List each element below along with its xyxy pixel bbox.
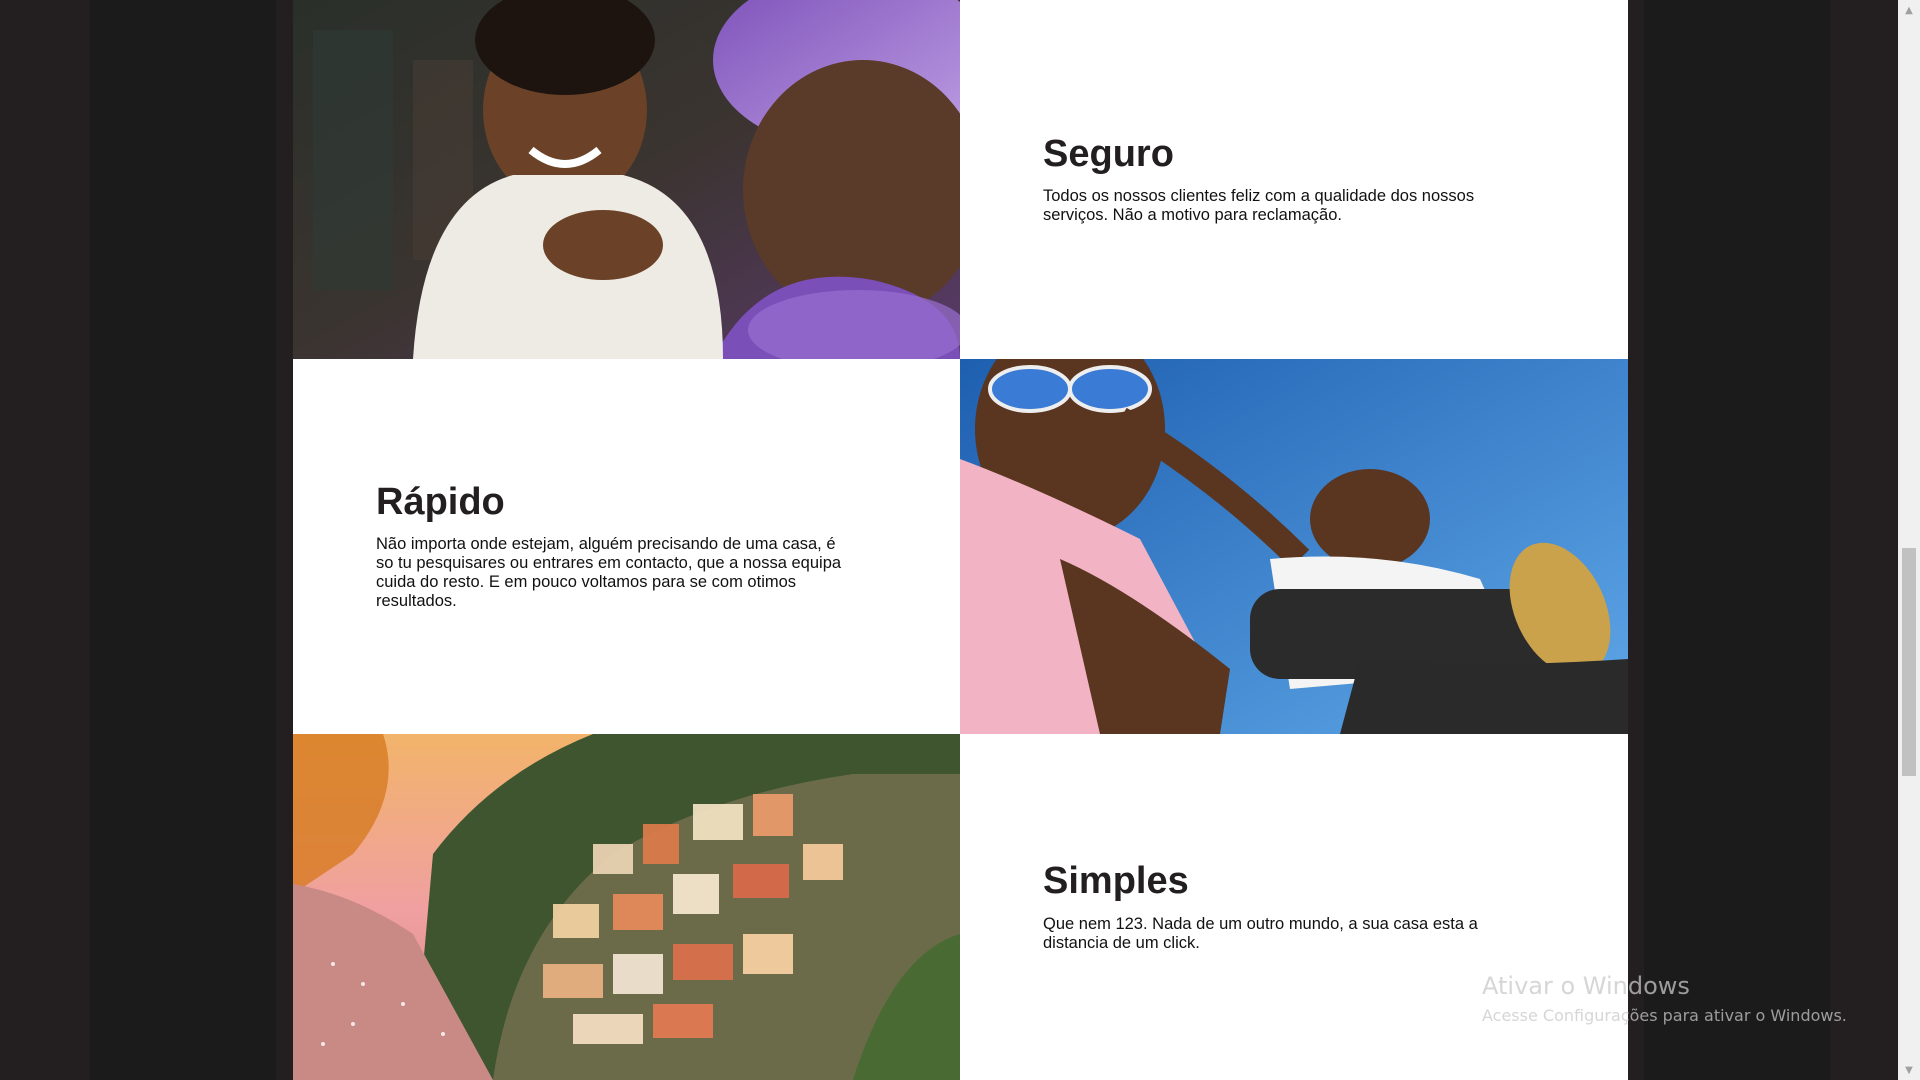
scrollbar-thumb[interactable] xyxy=(1902,548,1916,776)
mother-child-photo xyxy=(293,0,960,359)
watermark-title: Ativar o Windows xyxy=(1482,972,1690,1000)
watermark-subtitle: Acesse Configurações para ativar o Windo… xyxy=(1482,1006,1847,1025)
features-grid: Seguro Todos os nossos clientes feliz co… xyxy=(293,0,1628,1080)
feature-title: Rápido xyxy=(376,480,505,523)
right-side-panel xyxy=(1644,0,1830,1080)
scroll-down-arrow-icon[interactable]: ▼ xyxy=(1898,1060,1920,1080)
feature-description: Que nem 123. Nada de um outro mundo, a s… xyxy=(1043,914,1478,952)
feature-card-rapido: Rápido Não importa onde estejam, alguém … xyxy=(293,359,960,734)
features-section: Seguro Todos os nossos clientes feliz co… xyxy=(293,0,1628,1080)
left-side-panel xyxy=(90,0,276,1080)
feature-description: Não importa onde estejam, alguém precisa… xyxy=(376,535,842,611)
feature-title: Seguro xyxy=(1043,132,1174,175)
feature-card-seguro: Seguro Todos os nossos clientes feliz co… xyxy=(960,0,1628,359)
vertical-scrollbar[interactable]: ▲ ▼ xyxy=(1898,0,1920,1080)
feature-description: Todos os nossos clientes feliz com a qua… xyxy=(1043,187,1475,225)
feature-title: Simples xyxy=(1043,860,1189,903)
father-child-photo xyxy=(960,359,1628,734)
coastal-town-photo xyxy=(293,734,960,1080)
windows-activation-watermark: Ativar o Windows Acesse Configurações pa… xyxy=(1482,972,1847,1025)
feature-card-simples: Simples Que nem 123. Nada de um outro mu… xyxy=(960,734,1628,1080)
scroll-up-arrow-icon[interactable]: ▲ xyxy=(1898,0,1920,20)
